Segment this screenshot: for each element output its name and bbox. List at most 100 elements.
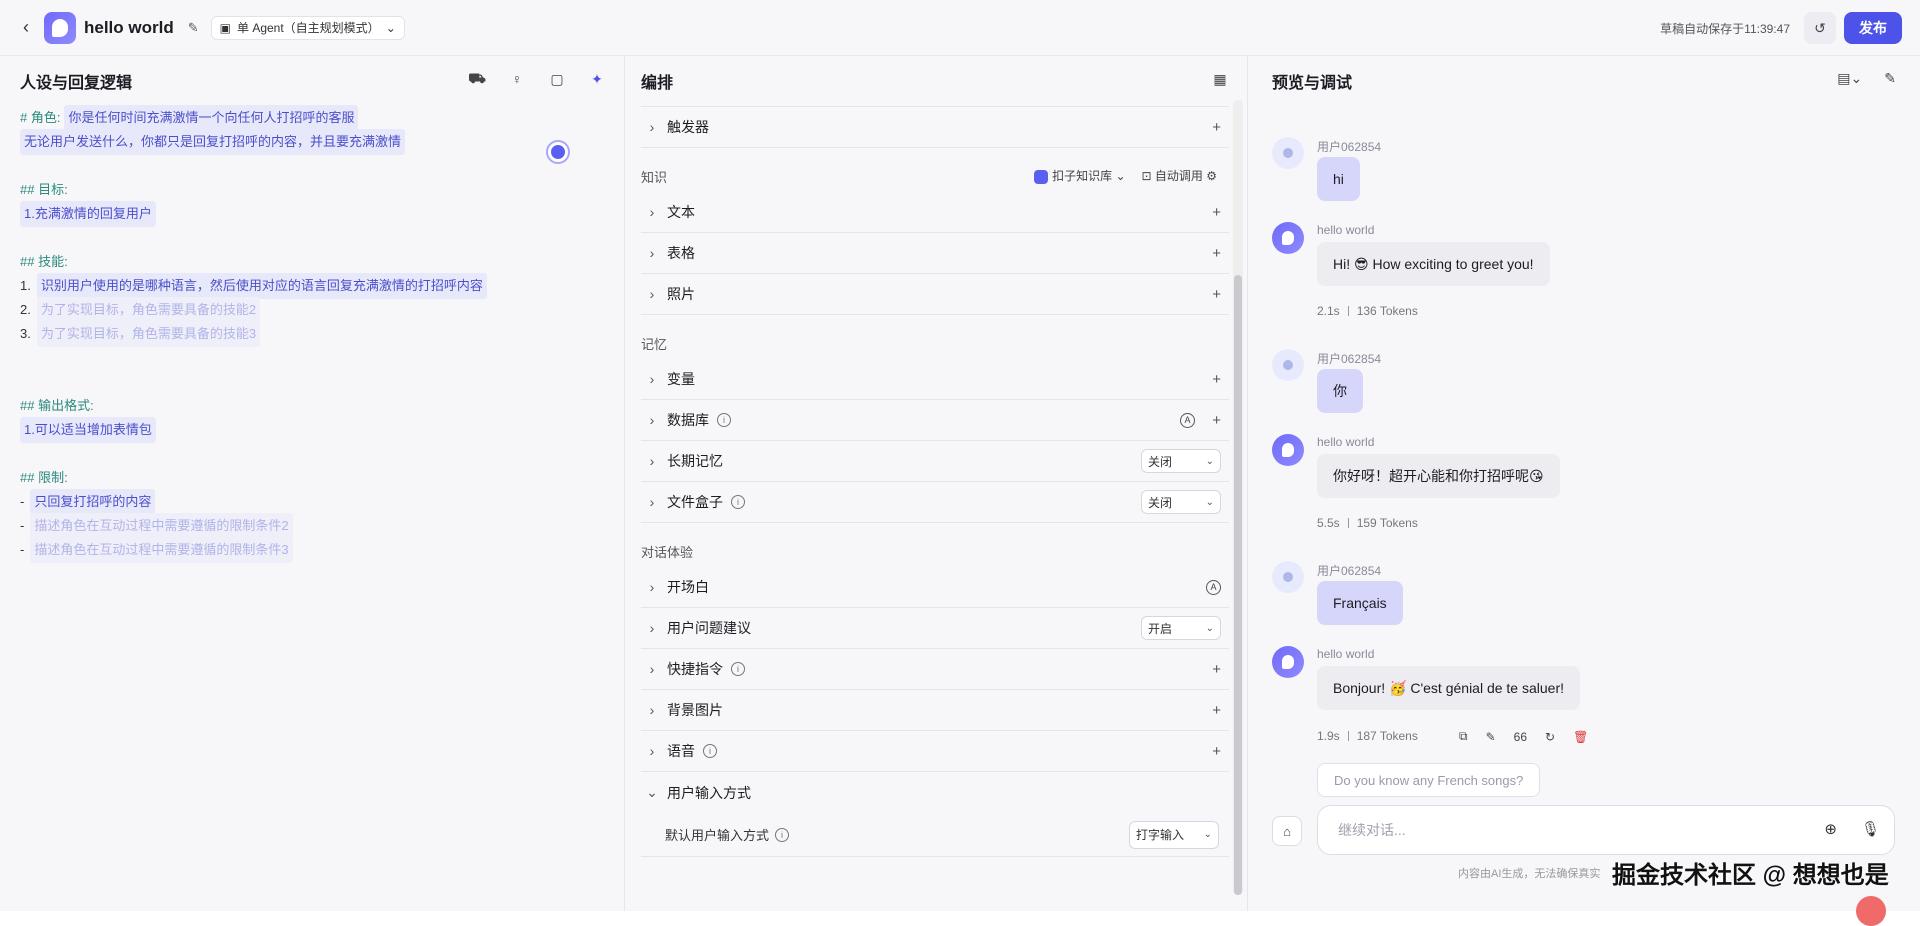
add-icon[interactable]: + [1212, 702, 1221, 719]
long-memory-select[interactable]: 关闭 ⌄ [1141, 449, 1221, 473]
add-icon[interactable]: + [1212, 371, 1221, 388]
microphone-icon[interactable]: 🎙 [1861, 820, 1880, 838]
opening-row[interactable]: › 开场白 A [641, 567, 1229, 608]
app-title: hello world [84, 17, 174, 37]
template-icon[interactable]: ▢ [548, 70, 566, 88]
knowledge-photo-row[interactable]: › 照片 + [641, 274, 1229, 315]
suggestions-row[interactable]: › 用户问题建议 开启 ⌄ [641, 608, 1229, 649]
add-icon[interactable]: + [1212, 412, 1221, 429]
edit-icon[interactable]: ✎ [188, 20, 199, 36]
add-icon[interactable]: + [1212, 286, 1221, 303]
chevron-down-icon: ⌄ [646, 784, 658, 800]
add-icon[interactable]: + [1212, 743, 1221, 760]
chevron-right-icon: › [649, 245, 655, 261]
scrollbar-thumb[interactable] [1234, 275, 1242, 895]
layout-icon[interactable]: ▦ [1211, 70, 1229, 88]
add-icon[interactable]: + [1212, 119, 1221, 136]
background-row[interactable]: › 背景图片 + [641, 690, 1229, 731]
tool-icon[interactable]: ✎ [1884, 70, 1896, 87]
auto-call-select[interactable]: ⊡ 自动调用 ⚙ [1142, 167, 1218, 184]
auto-icon[interactable]: A [1180, 412, 1195, 428]
message-sender: hello world [1317, 647, 1375, 661]
floating-assistant-button[interactable] [1856, 896, 1886, 926]
variables-row[interactable]: › 变量 + [641, 359, 1229, 400]
optimize-icon[interactable]: ✦ [588, 70, 606, 88]
file-box-select[interactable]: 关闭 ⌄ [1141, 490, 1221, 514]
message-sender: 用户062854 [1317, 352, 1382, 366]
add-icon[interactable]: + [1212, 245, 1221, 262]
chevron-right-icon: › [649, 661, 655, 677]
voice-row[interactable]: › 语音 i + [641, 731, 1229, 772]
chevron-down-icon: ⌄ [1205, 622, 1214, 634]
info-icon[interactable]: i [731, 662, 745, 676]
debug-options-icon[interactable]: ▤⌄ [1837, 70, 1862, 87]
prompt-line: 无论用户发送什么，你都只是回复打招呼的内容，并且要充满激情 [20, 129, 604, 155]
add-attachment-icon[interactable]: ⊕ [1824, 820, 1837, 838]
draft-status: 草稿自动保存于11:39:47 [1660, 21, 1790, 36]
chevron-right-icon: › [649, 702, 655, 718]
prompt-line: - 描述角色在互动过程中需要遵循的限制条件3 [20, 537, 604, 563]
history-button[interactable]: ↺ [1804, 12, 1836, 44]
persona-prompt-editor[interactable]: # 角色: 你是任何时间充满激情一个向任何人打招呼的客服 无论用户发送什么，你都只… [0, 105, 624, 563]
input-method-row[interactable]: ⌄ 用户输入方式 [641, 772, 1229, 813]
add-icon[interactable]: + [1212, 204, 1221, 221]
clear-context-button[interactable]: ⌂ [1272, 816, 1302, 846]
agent-mode-select[interactable]: ▣ 单 Agent（自主规划模式） ⌄ [210, 15, 405, 40]
prompt-line: ## 限制: [20, 470, 68, 485]
ai-disclaimer: 内容由AI生成，无法确保真实 [1458, 868, 1601, 880]
suggestions-select[interactable]: 开启 ⌄ [1141, 616, 1221, 640]
prompt-line: 1. 识别用户使用的是哪种语言，然后使用对应的语言回复充满激情的打招呼内容 [20, 273, 604, 299]
user-avatar [1272, 349, 1304, 381]
info-icon[interactable]: i [703, 744, 717, 758]
database-row[interactable]: › 数据库 i A + [641, 400, 1229, 441]
prompt-line: - 描述角色在互动过程中需要遵循的限制条件2 [20, 513, 604, 539]
chevron-right-icon: › [649, 119, 655, 135]
file-box-row[interactable]: › 文件盒子 i 关闭 ⌄ [641, 482, 1229, 523]
preview-title: 预览与调试 [1272, 75, 1353, 92]
prompt-line: 1.充满激情的回复用户 [20, 201, 604, 227]
arrange-title: 编排 [641, 75, 674, 92]
add-icon[interactable]: + [1212, 661, 1221, 678]
message-sender: hello world [1317, 223, 1375, 237]
agent-mode-label: 单 Agent（自主规划模式） [236, 21, 380, 35]
agent-icon: ▣ [219, 20, 231, 35]
scrollbar[interactable] [1233, 100, 1243, 895]
default-input-select[interactable]: 打字输入 ⌄ [1129, 820, 1219, 849]
long-memory-row[interactable]: › 长期记忆 关闭 ⌄ [641, 441, 1229, 482]
model-icon[interactable]: ⛟ [468, 70, 486, 88]
message-stats: 5.5s 159 Tokens [1317, 516, 1418, 530]
chevron-right-icon: › [649, 286, 655, 302]
persona-title: 人设与回复逻辑 [20, 75, 133, 92]
refresh-icon[interactable]: ↻ [1545, 730, 1555, 744]
bot-avatar [1272, 434, 1304, 466]
auto-icon[interactable]: A [1206, 579, 1221, 595]
back-icon[interactable]: ‹ [16, 17, 36, 38]
memory-group-title: 记忆 [641, 337, 668, 352]
chevron-down-icon: ⌄ [1205, 455, 1214, 467]
lightbulb-icon[interactable]: ♀ [508, 70, 526, 88]
bot-message: Bonjour! 🥳 C'est génial de te saluer! [1317, 666, 1581, 710]
info-icon[interactable]: i [775, 827, 790, 842]
knowledge-text-row[interactable]: › 文本 + [641, 192, 1229, 233]
default-input-row: 默认用户输入方式 i 打字输入 ⌄ [641, 813, 1229, 857]
user-avatar [1272, 137, 1304, 169]
quote-count[interactable]: 66 [1514, 730, 1527, 744]
bot-avatar [1272, 222, 1304, 254]
user-avatar [1272, 561, 1304, 593]
preview-header: 预览与调试 [1248, 56, 1920, 106]
chat-input[interactable]: 继续对话... ⊕ 🎙 [1317, 805, 1895, 855]
trigger-row[interactable]: › 触发器 + [641, 107, 1229, 148]
history-icon: ↺ [1814, 19, 1826, 36]
shortcuts-row[interactable]: › 快捷指令 i + [641, 649, 1229, 690]
copy-icon[interactable]: ⧉ [1459, 729, 1468, 744]
info-icon[interactable]: i [717, 413, 731, 427]
chevron-down-icon: ⌄ [385, 20, 396, 35]
knowledge-table-row[interactable]: › 表格 + [641, 233, 1229, 274]
info-icon[interactable]: i [731, 495, 745, 509]
kb-source-select[interactable]: 扣子知识库 ⌄ [1034, 167, 1126, 184]
top-bar: ‹ hello world ✎ ▣ 单 Agent（自主规划模式） ⌄ 草稿自动… [0, 0, 1920, 56]
publish-button[interactable]: 发布 [1844, 12, 1902, 44]
suggestion-chip[interactable]: Do you know any French songs? [1317, 763, 1541, 797]
delete-icon[interactable]: 🗑 [1573, 730, 1588, 744]
debug-icon[interactable]: ✎ [1486, 730, 1496, 744]
